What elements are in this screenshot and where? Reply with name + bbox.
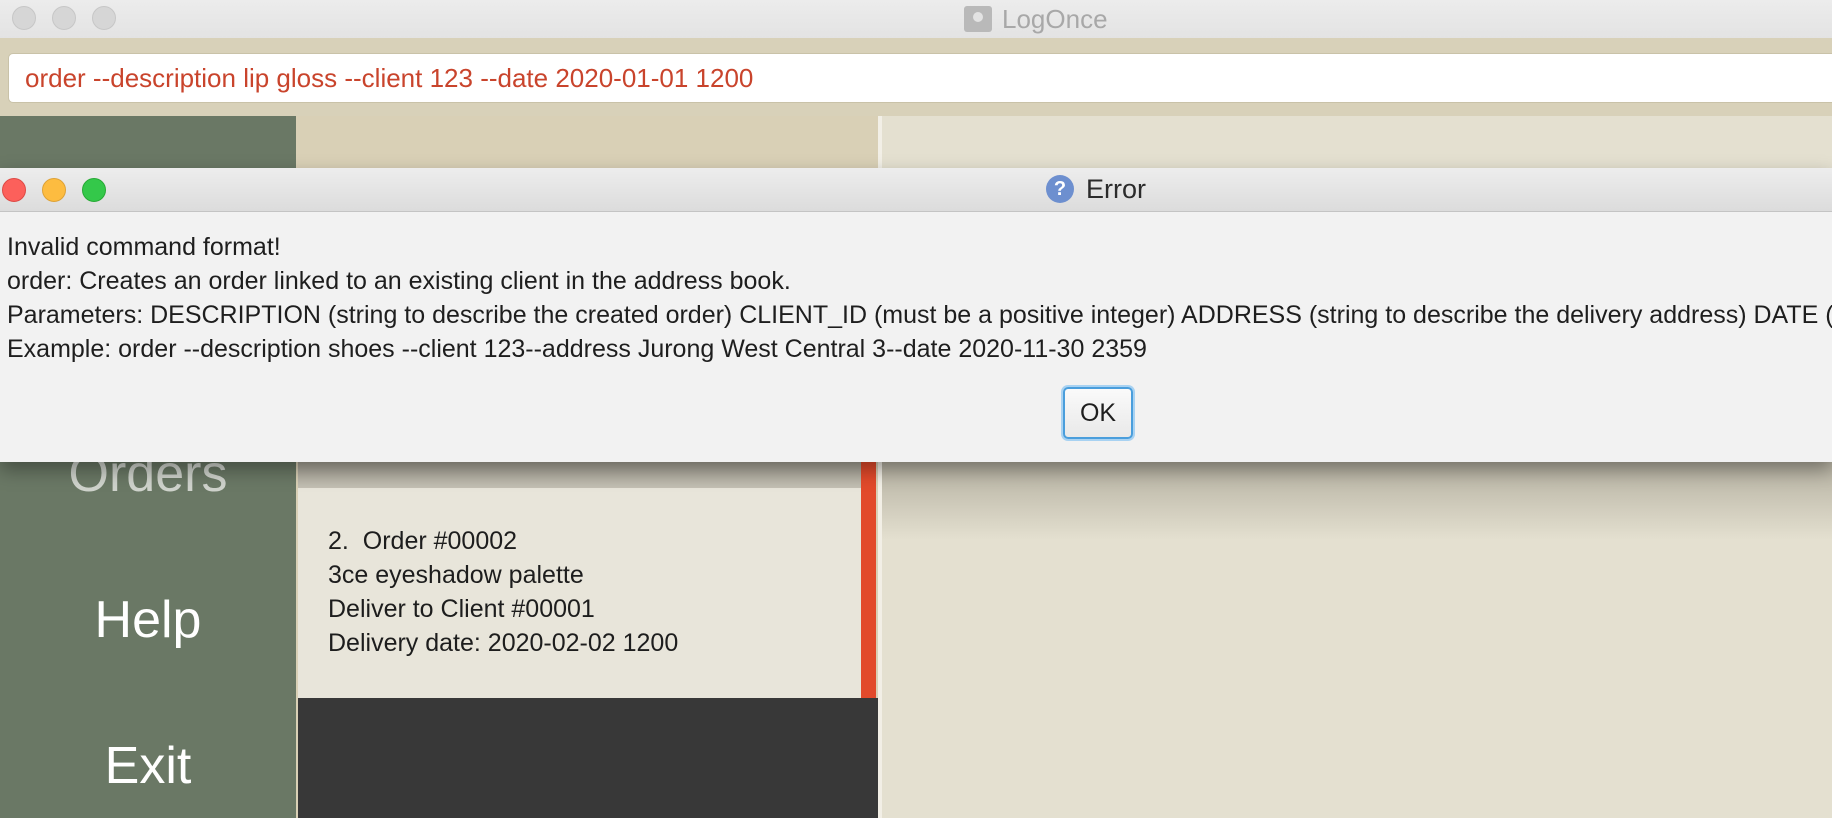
window-close-button[interactable] (12, 6, 36, 30)
dialog-close-button[interactable] (2, 178, 26, 202)
dialog-title: Error (1086, 174, 1146, 204)
command-input[interactable]: order --description lip gloss --client 1… (8, 53, 1832, 103)
sidebar-item-help[interactable]: Help (0, 590, 296, 650)
dialog-message-line: Example: order --description shoes --cli… (7, 335, 1147, 363)
window-titlebar: LogOnce (0, 0, 1832, 39)
question-icon: ? (1046, 175, 1074, 203)
order-title: Order #00002 (362, 527, 518, 555)
sidebar-item-exit[interactable]: Exit (0, 736, 296, 796)
order-client: Deliver to Client #00001 (328, 595, 595, 623)
detail-shadow (882, 460, 1832, 540)
dialog-message-line: order: Creates an order linked to an exi… (7, 267, 791, 295)
dialog-message-line: Invalid command format! (7, 233, 281, 261)
order-date: Delivery date: 2020-02-02 1200 (328, 629, 679, 657)
order-card-text: 2. Order #00002 3ce eyeshadow palette De… (328, 524, 678, 660)
order-index: 2. (328, 527, 349, 555)
card-accent-bar (861, 460, 876, 698)
list-empty-area (298, 698, 878, 818)
command-bar: order --description lip gloss --client 1… (0, 38, 1832, 116)
dialog-titlebar: ? Error (0, 168, 1832, 212)
ok-button[interactable]: OK (1063, 387, 1133, 439)
order-card-header: 2. Order #00002 (328, 524, 678, 558)
dialog-message: Invalid command format! order: Creates a… (7, 230, 1832, 366)
dialog-message-line: Parameters: DESCRIPTION (string to descr… (7, 301, 1832, 329)
dialog-minimize-button[interactable] (42, 178, 66, 202)
contact-book-icon (964, 6, 992, 32)
window-title: LogOnce (1002, 4, 1108, 34)
error-dialog: ? Error Invalid command format! order: C… (0, 168, 1832, 462)
order-description: 3ce eyeshadow palette (328, 561, 584, 589)
dialog-zoom-button[interactable] (82, 178, 106, 202)
window-minimize-button[interactable] (52, 6, 76, 30)
window-zoom-button[interactable] (92, 6, 116, 30)
